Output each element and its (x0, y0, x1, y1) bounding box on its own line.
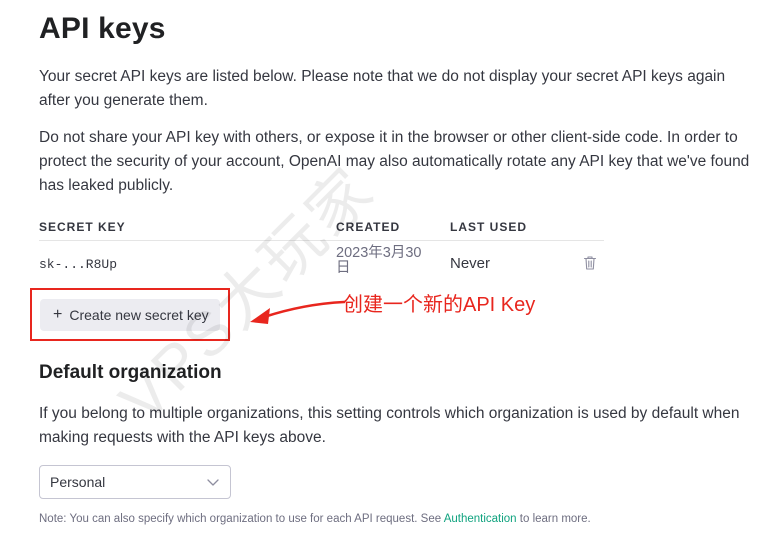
last-used-value: Never (450, 255, 491, 272)
plus-icon: + (53, 306, 63, 323)
note-prefix: Note: You can also specify which organiz… (39, 513, 442, 525)
created-date: 2023年3月30日 (336, 245, 422, 276)
note-suffix: to learn more. (519, 513, 591, 525)
annotation-text: 创建一个新的API Key (343, 294, 536, 316)
secret-key-value: sk-...R8Up (39, 257, 118, 272)
trash-icon[interactable] (583, 255, 597, 271)
organization-select-value: Personal (50, 474, 106, 490)
intro-text: Your secret API keys are listed below. P… (39, 68, 726, 109)
organization-note: Note: You can also specify which organiz… (39, 513, 591, 525)
authentication-link[interactable]: Authentication (444, 513, 517, 525)
header-last-used: LAST USED (450, 220, 528, 234)
chevron-down-icon (207, 479, 219, 486)
header-secret-key: SECRET KEY (39, 220, 126, 234)
page-title: API keys (39, 12, 166, 45)
warning-text: Do not share your API key with others, o… (39, 129, 750, 194)
organization-select[interactable]: Personal (39, 465, 231, 499)
